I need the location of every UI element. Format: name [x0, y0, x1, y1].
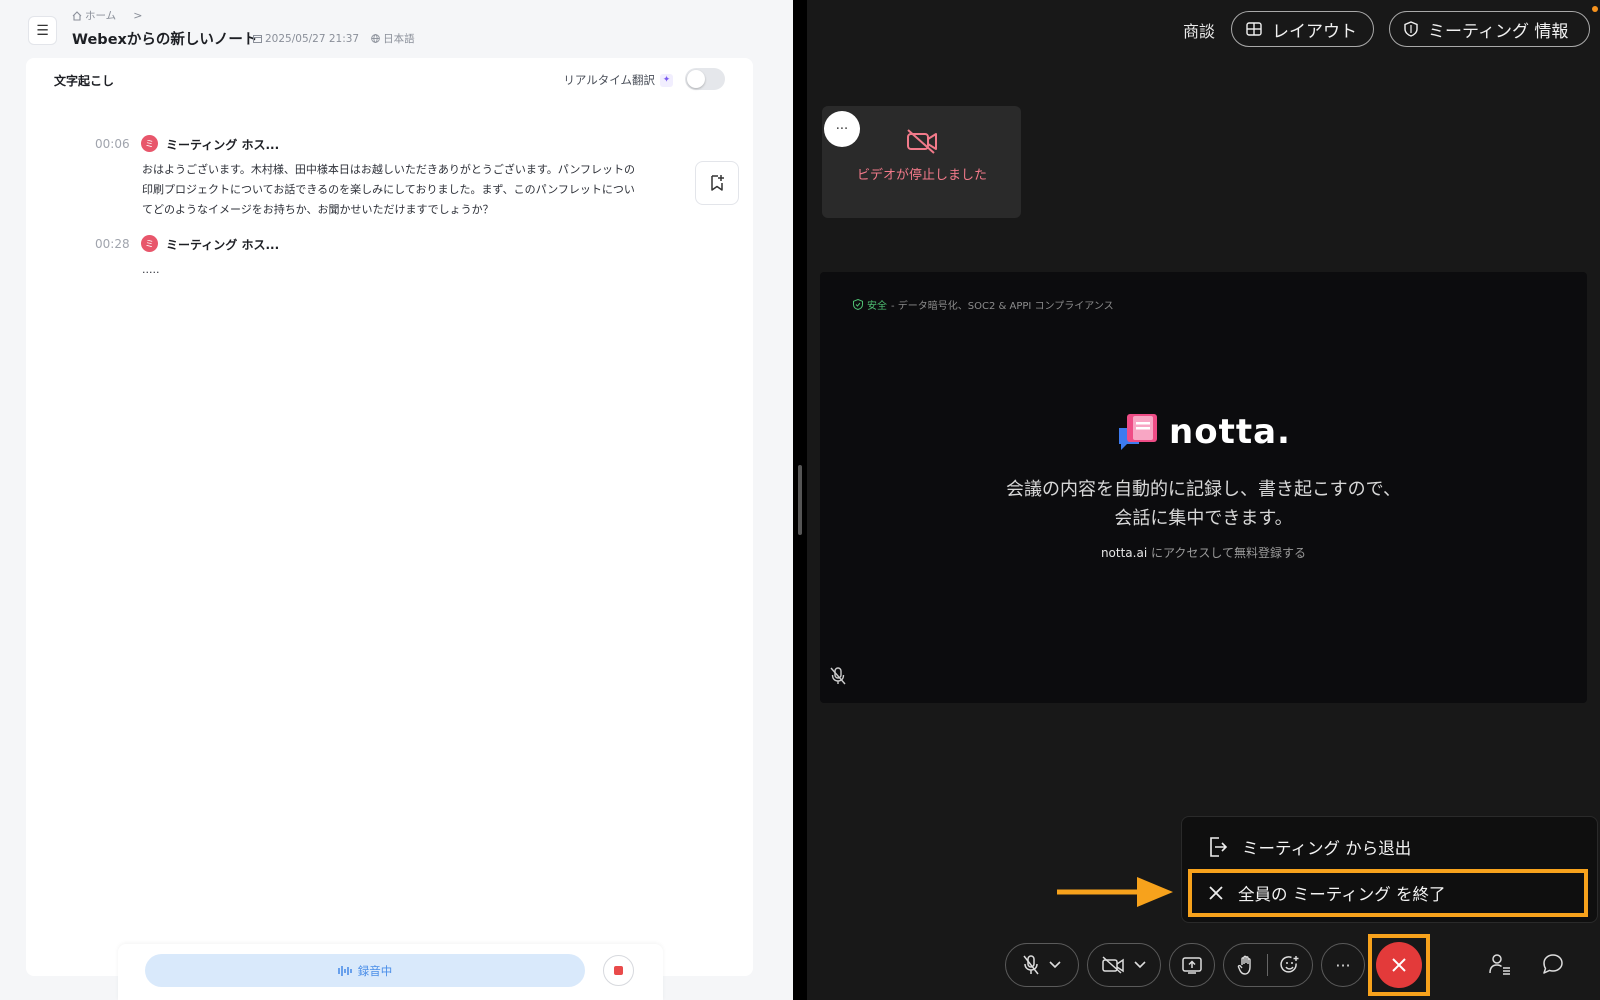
bookmark-add-icon [711, 175, 724, 191]
hangup-highlight [1368, 934, 1430, 996]
realtime-translation-toggle[interactable] [685, 68, 725, 90]
realtime-translation-label: リアルタイム翻訳 ✦ [563, 72, 673, 88]
leave-meeting-item[interactable]: ミーティング から退出 [1182, 827, 1597, 867]
note-meta: 2025/05/27 21:37 日本語 [253, 31, 415, 46]
video-stopped-text: ビデオが停止しました [856, 168, 987, 183]
more-options-button[interactable]: ··· [1321, 943, 1365, 987]
calendar-icon [253, 35, 262, 43]
note-language: 日本語 [371, 31, 415, 46]
security-notice: 安全 - データ暗号化、SOC2 & APPI コンプライアンス [853, 297, 1114, 312]
recording-bar: 録音中 [118, 944, 663, 1000]
waveform-icon [337, 965, 352, 976]
menu-button[interactable]: ☰ [28, 16, 57, 45]
ai-sparkle-icon: ✦ [660, 73, 673, 87]
notification-dot [1592, 6, 1598, 12]
stop-recording-button[interactable] [603, 955, 634, 986]
transcript-card: 文字起こし リアルタイム翻訳 ✦ 00:06 ミ ミーティング ホス... おは… [26, 58, 753, 976]
hamburger-icon: ☰ [36, 22, 49, 39]
speaker-avatar: ミ [141, 135, 158, 152]
recording-status[interactable]: 録音中 [145, 954, 585, 987]
video-button[interactable] [1087, 943, 1161, 987]
speaker-avatar: ミ [141, 235, 158, 252]
bookmark-button[interactable] [695, 161, 739, 205]
mic-off-icon [1023, 955, 1039, 975]
main-video-stage[interactable]: 安全 - データ暗号化、SOC2 & APPI コンプライアンス notta. … [820, 272, 1587, 703]
camera-off-icon [907, 129, 937, 154]
transcript-tab[interactable]: 文字起こし [54, 72, 114, 89]
breadcrumb: ホーム > [72, 8, 142, 23]
note-title[interactable]: Webexからの新しいノート [72, 28, 257, 49]
share-screen-icon [1182, 956, 1202, 974]
note-date: 2025/05/27 21:37 [253, 31, 359, 46]
self-video-tile[interactable]: ··· ビデオが停止しました [822, 106, 1021, 218]
notta-link[interactable]: notta.ai [1101, 546, 1147, 560]
shield-check-icon [853, 299, 863, 310]
notta-tagline: 会議の内容を自動的に記録し、書き起こすので、 会話に集中できます。 [1006, 479, 1401, 529]
meeting-info-button[interactable]: ミーティング 情報 [1389, 11, 1590, 47]
raise-hand-icon[interactable] [1237, 955, 1255, 975]
breadcrumb-home[interactable]: ホーム [85, 8, 116, 23]
participants-icon[interactable] [1489, 953, 1511, 975]
notta-cta: notta.ai にアクセスして無料登録する [1100, 546, 1307, 560]
layout-button[interactable]: レイアウト [1231, 11, 1374, 47]
layout-grid-icon [1246, 22, 1262, 36]
toggle-knob [687, 70, 705, 88]
chevron-down-icon[interactable] [1134, 961, 1146, 969]
webex-panel: 商談 レイアウト ミーティング 情報 ··· ビデオが停止しました 安全 - デ… [807, 0, 1600, 1000]
segment-text[interactable]: ..... [142, 260, 637, 280]
segment-time[interactable]: 00:06 [95, 137, 130, 151]
emoji-add-icon[interactable] [1279, 955, 1300, 975]
separator [1266, 954, 1268, 976]
chevron-down-icon[interactable] [1049, 961, 1061, 969]
camera-off-icon [1102, 956, 1124, 974]
breadcrumb-separator: > [133, 9, 143, 22]
leave-meeting-menu: ミーティング から退出 全員の ミーティング を終了 [1181, 816, 1598, 923]
close-icon [1392, 958, 1406, 972]
notta-panel: ☰ ホーム > Webexからの新しいノート 2025/05/27 21:37 … [0, 0, 793, 1000]
annotation-arrow-icon [1057, 877, 1173, 907]
segment-time[interactable]: 00:28 [95, 237, 130, 251]
notta-brand: notta. [1169, 412, 1291, 452]
notta-logo-icon [1119, 414, 1157, 450]
share-screen-button[interactable] [1169, 943, 1215, 987]
speaker-name[interactable]: ミーティング ホス... [166, 136, 279, 153]
split-divider[interactable] [793, 0, 807, 1000]
resize-handle[interactable] [798, 465, 802, 535]
segment-text[interactable]: おはようございます。木村様、田中様本日はお越しいただきありがとうございます。パン… [142, 160, 637, 220]
tile-more-button[interactable]: ··· [824, 111, 860, 147]
exit-icon [1210, 837, 1228, 857]
end-meeting-for-all-item[interactable]: 全員の ミーティング を終了 [1188, 869, 1588, 917]
chat-icon[interactable] [1542, 953, 1564, 975]
secure-label: 安全 [867, 301, 887, 312]
speaker-name[interactable]: ミーティング ホス... [166, 236, 279, 253]
mute-button[interactable] [1005, 943, 1079, 987]
notta-logo: notta. [1117, 412, 1291, 452]
stop-icon [614, 966, 623, 975]
close-icon [1209, 886, 1223, 900]
more-icon: ··· [1335, 955, 1351, 975]
shield-icon [1404, 21, 1418, 37]
secure-text: - データ暗号化、SOC2 & APPI コンプライアンス [891, 301, 1114, 312]
meeting-name: 商談 [1183, 22, 1216, 41]
globe-icon [371, 34, 380, 43]
reactions-group [1223, 943, 1313, 987]
end-call-button[interactable] [1376, 942, 1422, 988]
muted-mic-icon [830, 667, 846, 685]
home-icon [72, 10, 82, 21]
